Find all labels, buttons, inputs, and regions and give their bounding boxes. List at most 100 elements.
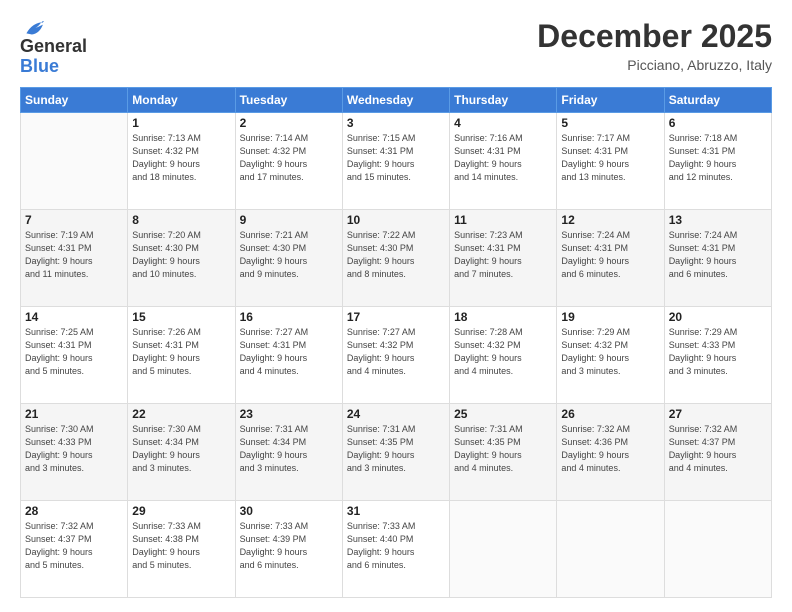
day-info: Sunrise: 7:15 AMSunset: 4:31 PMDaylight:… — [347, 132, 445, 184]
table-row: 20 Sunrise: 7:29 AMSunset: 4:33 PMDayligh… — [664, 306, 771, 403]
table-row: 1 Sunrise: 7:13 AMSunset: 4:32 PMDaylight… — [128, 112, 235, 209]
day-info: Sunrise: 7:32 AMSunset: 4:36 PMDaylight:… — [561, 423, 659, 475]
day-info: Sunrise: 7:16 AMSunset: 4:31 PMDaylight:… — [454, 132, 552, 184]
table-row — [557, 500, 664, 597]
day-info: Sunrise: 7:24 AMSunset: 4:31 PMDaylight:… — [669, 229, 767, 281]
weekday-header-sunday: Sunday — [21, 87, 128, 112]
day-info: Sunrise: 7:24 AMSunset: 4:31 PMDaylight:… — [561, 229, 659, 281]
day-info: Sunrise: 7:14 AMSunset: 4:32 PMDaylight:… — [240, 132, 338, 184]
table-row: 26 Sunrise: 7:32 AMSunset: 4:36 PMDayligh… — [557, 403, 664, 500]
day-number: 5 — [561, 116, 659, 130]
day-number: 10 — [347, 213, 445, 227]
table-row: 22 Sunrise: 7:30 AMSunset: 4:34 PMDayligh… — [128, 403, 235, 500]
day-number: 15 — [132, 310, 230, 324]
weekday-header-saturday: Saturday — [664, 87, 771, 112]
day-number: 11 — [454, 213, 552, 227]
day-number: 2 — [240, 116, 338, 130]
day-info: Sunrise: 7:26 AMSunset: 4:31 PMDaylight:… — [132, 326, 230, 378]
day-number: 22 — [132, 407, 230, 421]
day-number: 31 — [347, 504, 445, 518]
day-info: Sunrise: 7:18 AMSunset: 4:31 PMDaylight:… — [669, 132, 767, 184]
day-number: 6 — [669, 116, 767, 130]
day-info: Sunrise: 7:27 AMSunset: 4:32 PMDaylight:… — [347, 326, 445, 378]
table-row: 9 Sunrise: 7:21 AMSunset: 4:30 PMDaylight… — [235, 209, 342, 306]
table-row: 29 Sunrise: 7:33 AMSunset: 4:38 PMDayligh… — [128, 500, 235, 597]
day-number: 20 — [669, 310, 767, 324]
table-row: 11 Sunrise: 7:23 AMSunset: 4:31 PMDayligh… — [450, 209, 557, 306]
day-info: Sunrise: 7:23 AMSunset: 4:31 PMDaylight:… — [454, 229, 552, 281]
table-row: 31 Sunrise: 7:33 AMSunset: 4:40 PMDayligh… — [342, 500, 449, 597]
logo-text-general: General — [20, 37, 87, 57]
day-number: 19 — [561, 310, 659, 324]
table-row: 3 Sunrise: 7:15 AMSunset: 4:31 PMDaylight… — [342, 112, 449, 209]
day-info: Sunrise: 7:20 AMSunset: 4:30 PMDaylight:… — [132, 229, 230, 281]
table-row: 13 Sunrise: 7:24 AMSunset: 4:31 PMDayligh… — [664, 209, 771, 306]
day-number: 24 — [347, 407, 445, 421]
table-row: 28Sunrise: 7:32 AMSunset: 4:37 PMDayligh… — [21, 500, 128, 597]
table-row: 25Sunrise: 7:31 AMSunset: 4:35 PMDayligh… — [450, 403, 557, 500]
day-number: 12 — [561, 213, 659, 227]
title-block: December 2025 Picciano, Abruzzo, Italy — [537, 18, 772, 73]
weekday-header-tuesday: Tuesday — [235, 87, 342, 112]
day-info: Sunrise: 7:13 AMSunset: 4:32 PMDaylight:… — [132, 132, 230, 184]
day-number: 8 — [132, 213, 230, 227]
day-number: 29 — [132, 504, 230, 518]
table-row: 2 Sunrise: 7:14 AMSunset: 4:32 PMDaylight… — [235, 112, 342, 209]
page: General Blue December 2025 Picciano, Abr… — [0, 0, 792, 612]
logo-text-blue: Blue — [20, 56, 59, 76]
day-info: Sunrise: 7:33 AMSunset: 4:38 PMDaylight:… — [132, 520, 230, 572]
day-info: Sunrise: 7:30 AMSunset: 4:34 PMDaylight:… — [132, 423, 230, 475]
table-row: 12 Sunrise: 7:24 AMSunset: 4:31 PMDayligh… — [557, 209, 664, 306]
day-info: Sunrise: 7:17 AMSunset: 4:31 PMDaylight:… — [561, 132, 659, 184]
day-info: Sunrise: 7:29 AMSunset: 4:32 PMDaylight:… — [561, 326, 659, 378]
day-info: Sunrise: 7:33 AMSunset: 4:40 PMDaylight:… — [347, 520, 445, 572]
table-row — [21, 112, 128, 209]
day-info: Sunrise: 7:27 AMSunset: 4:31 PMDaylight:… — [240, 326, 338, 378]
logo: General Blue — [20, 18, 87, 77]
table-row: 23 Sunrise: 7:31 AMSunset: 4:34 PMDayligh… — [235, 403, 342, 500]
day-info: Sunrise: 7:29 AMSunset: 4:33 PMDaylight:… — [669, 326, 767, 378]
day-number: 16 — [240, 310, 338, 324]
day-info: Sunrise: 7:32 AMSunset: 4:37 PMDaylight:… — [25, 520, 123, 572]
day-info: Sunrise: 7:21 AMSunset: 4:30 PMDaylight:… — [240, 229, 338, 281]
day-number: 23 — [240, 407, 338, 421]
table-row: 18 Sunrise: 7:28 AMSunset: 4:32 PMDayligh… — [450, 306, 557, 403]
table-row: 8 Sunrise: 7:20 AMSunset: 4:30 PMDaylight… — [128, 209, 235, 306]
day-number: 18 — [454, 310, 552, 324]
table-row: 10 Sunrise: 7:22 AMSunset: 4:30 PMDayligh… — [342, 209, 449, 306]
table-row: 19 Sunrise: 7:29 AMSunset: 4:32 PMDayligh… — [557, 306, 664, 403]
day-info: Sunrise: 7:32 AMSunset: 4:37 PMDaylight:… — [669, 423, 767, 475]
day-number: 9 — [240, 213, 338, 227]
day-number: 1 — [132, 116, 230, 130]
table-row: 7Sunrise: 7:19 AMSunset: 4:31 PMDaylight… — [21, 209, 128, 306]
table-row: 15 Sunrise: 7:26 AMSunset: 4:31 PMDayligh… — [128, 306, 235, 403]
day-info: Sunrise: 7:19 AMSunset: 4:31 PMDaylight:… — [25, 229, 123, 281]
table-row: 30Sunrise: 7:33 AMSunset: 4:39 PMDayligh… — [235, 500, 342, 597]
day-number: 14 — [25, 310, 123, 324]
day-number: 3 — [347, 116, 445, 130]
day-info: Sunrise: 7:22 AMSunset: 4:30 PMDaylight:… — [347, 229, 445, 281]
month-title: December 2025 — [537, 18, 772, 55]
table-row: 14Sunrise: 7:25 AMSunset: 4:31 PMDayligh… — [21, 306, 128, 403]
table-row: 21 Sunrise: 7:30 AMSunset: 4:33 PMDayligh… — [21, 403, 128, 500]
header: General Blue December 2025 Picciano, Abr… — [20, 18, 772, 77]
weekday-header-thursday: Thursday — [450, 87, 557, 112]
weekday-header-friday: Friday — [557, 87, 664, 112]
table-row: 17 Sunrise: 7:27 AMSunset: 4:32 PMDayligh… — [342, 306, 449, 403]
calendar-table: SundayMondayTuesdayWednesdayThursdayFrid… — [20, 87, 772, 598]
day-number: 25 — [454, 407, 552, 421]
table-row — [450, 500, 557, 597]
weekday-header-wednesday: Wednesday — [342, 87, 449, 112]
table-row: 6 Sunrise: 7:18 AMSunset: 4:31 PMDaylight… — [664, 112, 771, 209]
day-number: 13 — [669, 213, 767, 227]
day-number: 17 — [347, 310, 445, 324]
day-info: Sunrise: 7:30 AMSunset: 4:33 PMDaylight:… — [25, 423, 123, 475]
weekday-header-monday: Monday — [128, 87, 235, 112]
day-info: Sunrise: 7:31 AMSunset: 4:34 PMDaylight:… — [240, 423, 338, 475]
day-number: 21 — [25, 407, 123, 421]
table-row: 16 Sunrise: 7:27 AMSunset: 4:31 PMDayligh… — [235, 306, 342, 403]
day-info: Sunrise: 7:28 AMSunset: 4:32 PMDaylight:… — [454, 326, 552, 378]
table-row: 24Sunrise: 7:31 AMSunset: 4:35 PMDayligh… — [342, 403, 449, 500]
day-number: 26 — [561, 407, 659, 421]
day-info: Sunrise: 7:33 AMSunset: 4:39 PMDaylight:… — [240, 520, 338, 572]
